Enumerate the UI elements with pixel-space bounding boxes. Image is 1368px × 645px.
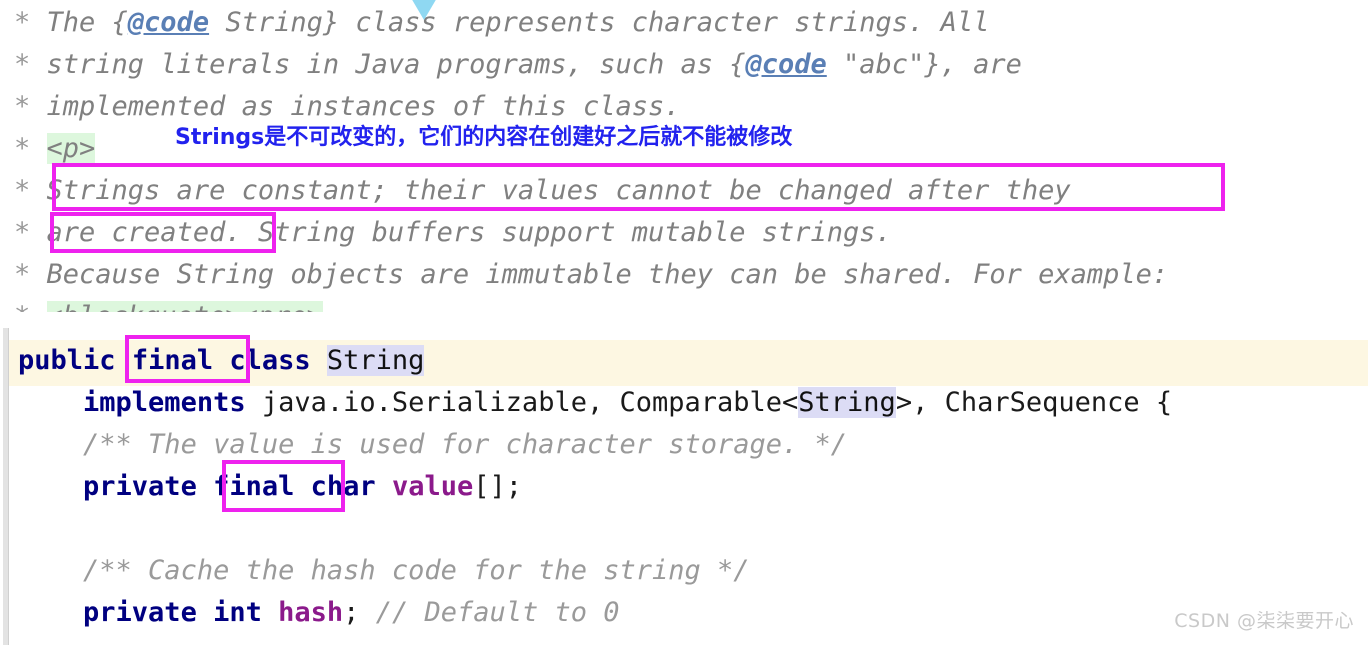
code-line: public final class String: [18, 340, 425, 382]
code-token-kw: class: [229, 345, 311, 376]
javadoc-text: implemented as instances of this class.: [46, 91, 681, 122]
javadoc-code-tag: @code: [127, 7, 210, 38]
javadoc-text: string literals in Java programs, such a…: [46, 49, 746, 80]
code-token-punc: ;: [343, 597, 360, 628]
code-line: /** Cache the hash code for the string *…: [18, 550, 750, 592]
code-line: /** The value is used for character stor…: [18, 424, 847, 466]
html-tag-highlight: <blockquote><pre>: [46, 301, 323, 312]
javadoc-line: * string literals in Java programs, such…: [14, 44, 1022, 86]
javadoc-line: * <p>: [14, 128, 96, 170]
javadoc-text: are created. String buffers support muta…: [46, 217, 892, 248]
code-token-kw: public: [18, 345, 116, 376]
code-token-kw: implements: [83, 387, 246, 418]
code-token-plain: >, CharSequence {: [895, 387, 1173, 418]
comment-star: *: [14, 259, 47, 290]
javadoc-code-tag: @code: [745, 49, 827, 80]
code-token-kw: char: [310, 471, 376, 502]
code-token-kw: private: [83, 597, 197, 628]
javadoc-line: * Because String objects are immutable t…: [14, 254, 1168, 296]
code-token-sel: String: [326, 345, 425, 376]
code-line: private int hash; // Default to 0: [18, 592, 620, 634]
code-token-punc: [];: [473, 471, 522, 502]
comment-star: *: [14, 133, 47, 164]
comment-star: *: [14, 7, 47, 38]
html-tag-highlight: <p>: [46, 133, 96, 164]
code-token-cmt: /** Cache the hash code for the string *…: [83, 555, 750, 586]
code-token-plain: java.io.Serializable, Comparable<: [245, 387, 799, 418]
comment-star: *: [14, 301, 47, 312]
code-token-kw: final: [213, 471, 295, 502]
javadoc-line: * The {@code String} class represents ch…: [14, 2, 989, 44]
javadoc-text: Because String objects are immutable the…: [46, 259, 1169, 290]
code-token-fld: hash: [278, 597, 344, 628]
javadoc-text: "abc"}, are: [826, 49, 1022, 80]
comment-star: *: [14, 91, 47, 122]
javadoc-text: Strings are constant; their values canno…: [46, 175, 1071, 206]
javadoc-line: * Strings are constant; their values can…: [14, 170, 1071, 212]
comment-star: *: [14, 49, 47, 80]
javadoc-comment-pane[interactable]: * The {@code String} class represents ch…: [0, 0, 1368, 312]
source-code-pane[interactable]: public final class String implements jav…: [0, 328, 1368, 645]
javadoc-line: * <blockquote><pre>: [14, 296, 323, 312]
csdn-watermark: CSDN @柒柒要开心: [1174, 610, 1354, 632]
code-token-sel: String: [798, 387, 896, 418]
comment-star: *: [14, 175, 47, 206]
code-token-cmt: // Default to 0: [375, 597, 620, 628]
code-line: private final char value[];: [18, 466, 522, 508]
code-token-cmt: /** The value is used for character stor…: [83, 429, 848, 460]
code-token-kw: final: [131, 345, 214, 376]
javadoc-line: * are created. String buffers support mu…: [14, 212, 892, 254]
cyan-cursor-pointer-icon: [404, 0, 444, 20]
chinese-annotation-note: Strings是不可改变的，它们的内容在创建好之后就不能被修改: [175, 125, 793, 150]
comment-star: *: [14, 217, 47, 248]
javadoc-text: String} class represents character strin…: [209, 7, 990, 38]
code-line: implements java.io.Serializable, Compara…: [18, 382, 1172, 424]
javadoc-text: The {: [46, 7, 128, 38]
code-token-kw: private: [83, 471, 197, 502]
code-token-kw: int: [213, 597, 262, 628]
code-token-fld: value: [391, 471, 474, 502]
